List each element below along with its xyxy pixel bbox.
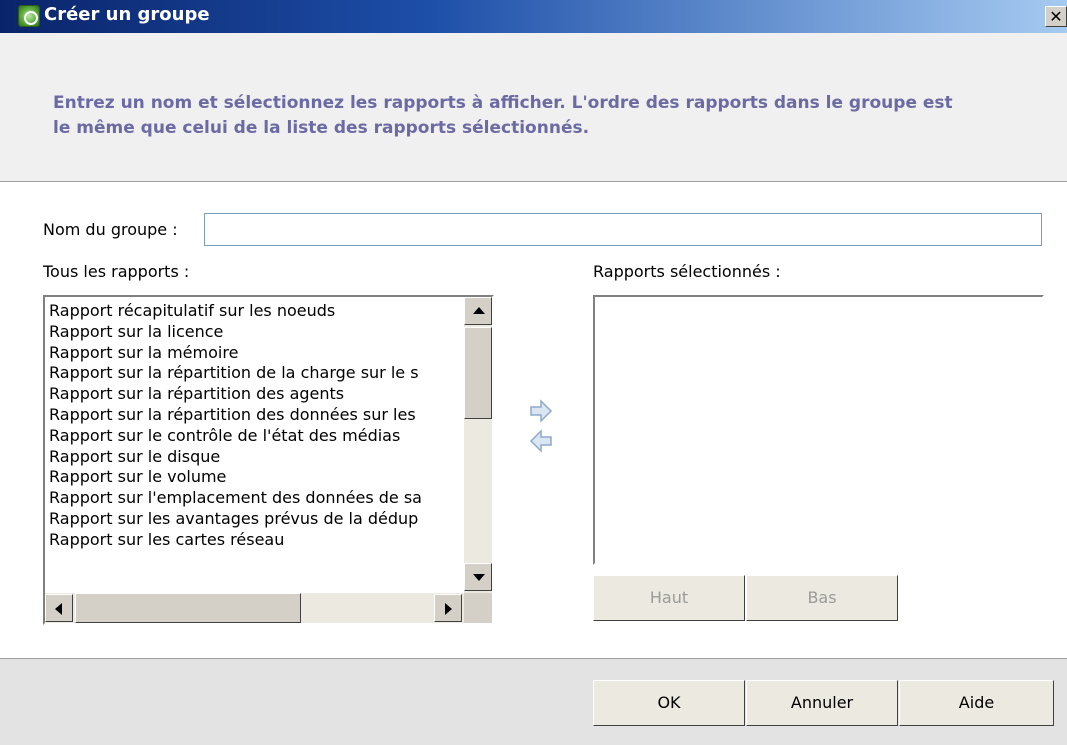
all-reports-items: Rapport récapitulatif sur les noeuds Rapp… xyxy=(45,297,464,593)
all-reports-listbox[interactable]: Rapport récapitulatif sur les noeuds Rapp… xyxy=(43,295,494,625)
ok-button[interactable]: OK xyxy=(593,680,745,726)
all-reports-label: Tous les rapports : xyxy=(43,262,190,281)
arrow-up-icon xyxy=(473,307,485,314)
list-item[interactable]: Rapport sur la répartition des agents xyxy=(49,384,464,405)
arrow-right-icon xyxy=(445,603,452,615)
scroll-up-button[interactable] xyxy=(464,297,492,325)
arrow-down-icon xyxy=(473,574,485,581)
title-bar: Créer un groupe ✕ xyxy=(0,0,1067,33)
list-item[interactable]: Rapport sur la répartition de la charge … xyxy=(49,363,464,384)
vertical-scroll-thumb[interactable] xyxy=(464,327,492,419)
horizontal-scrollbar[interactable] xyxy=(45,593,464,623)
selected-reports-label: Rapports sélectionnés : xyxy=(593,262,781,281)
move-up-button[interactable]: Haut xyxy=(593,575,745,621)
remove-report-arrow-icon[interactable] xyxy=(527,427,555,455)
list-item[interactable]: Rapport sur l'emplacement des données de… xyxy=(49,488,464,509)
vertical-scrollbar[interactable] xyxy=(464,297,492,593)
horizontal-scroll-thumb[interactable] xyxy=(75,593,301,623)
list-item[interactable]: Rapport sur le volume xyxy=(49,467,464,488)
list-item[interactable]: Rapport sur la licence xyxy=(49,322,464,343)
list-item[interactable]: Rapport sur la répartition des données s… xyxy=(49,405,464,426)
list-item[interactable]: Rapport sur le disque xyxy=(49,447,464,468)
list-item[interactable]: Rapport sur la mémoire xyxy=(49,343,464,364)
instruction-header: Entrez un nom et sélectionnez les rappor… xyxy=(0,33,1067,182)
list-item[interactable]: Rapport sur les avantages prévus de la d… xyxy=(49,509,464,530)
help-button[interactable]: Aide xyxy=(899,680,1054,726)
instruction-line-1: Entrez un nom et sélectionnez les rappor… xyxy=(53,93,953,113)
dialog-footer: OK Annuler Aide xyxy=(0,658,1067,745)
instruction-text: Entrez un nom et sélectionnez les rappor… xyxy=(53,91,1043,141)
close-button[interactable]: ✕ xyxy=(1045,6,1067,27)
instruction-line-2: le même que celui de la liste des rappor… xyxy=(53,118,590,138)
dialog-title: Créer un groupe xyxy=(44,4,210,25)
list-item[interactable]: Rapport sur les cartes réseau xyxy=(49,530,464,551)
scroll-right-button[interactable] xyxy=(434,594,462,622)
scroll-left-button[interactable] xyxy=(45,594,73,622)
scroll-down-button[interactable] xyxy=(464,563,492,591)
list-item[interactable]: Rapport sur le contrôle de l'état des mé… xyxy=(49,426,464,447)
move-down-button[interactable]: Bas xyxy=(746,575,898,621)
group-name-label: Nom du groupe : xyxy=(43,220,178,239)
scrollbar-corner xyxy=(464,593,492,623)
app-icon xyxy=(18,5,40,27)
selected-reports-listbox[interactable] xyxy=(593,295,1044,565)
add-report-arrow-icon[interactable] xyxy=(527,397,555,425)
list-item[interactable]: Rapport récapitulatif sur les noeuds xyxy=(49,301,464,322)
create-group-dialog: Créer un groupe ✕ Entrez un nom et sélec… xyxy=(0,0,1067,745)
arrow-left-icon xyxy=(55,603,62,615)
cancel-button[interactable]: Annuler xyxy=(746,680,898,726)
group-name-input[interactable] xyxy=(204,213,1042,246)
